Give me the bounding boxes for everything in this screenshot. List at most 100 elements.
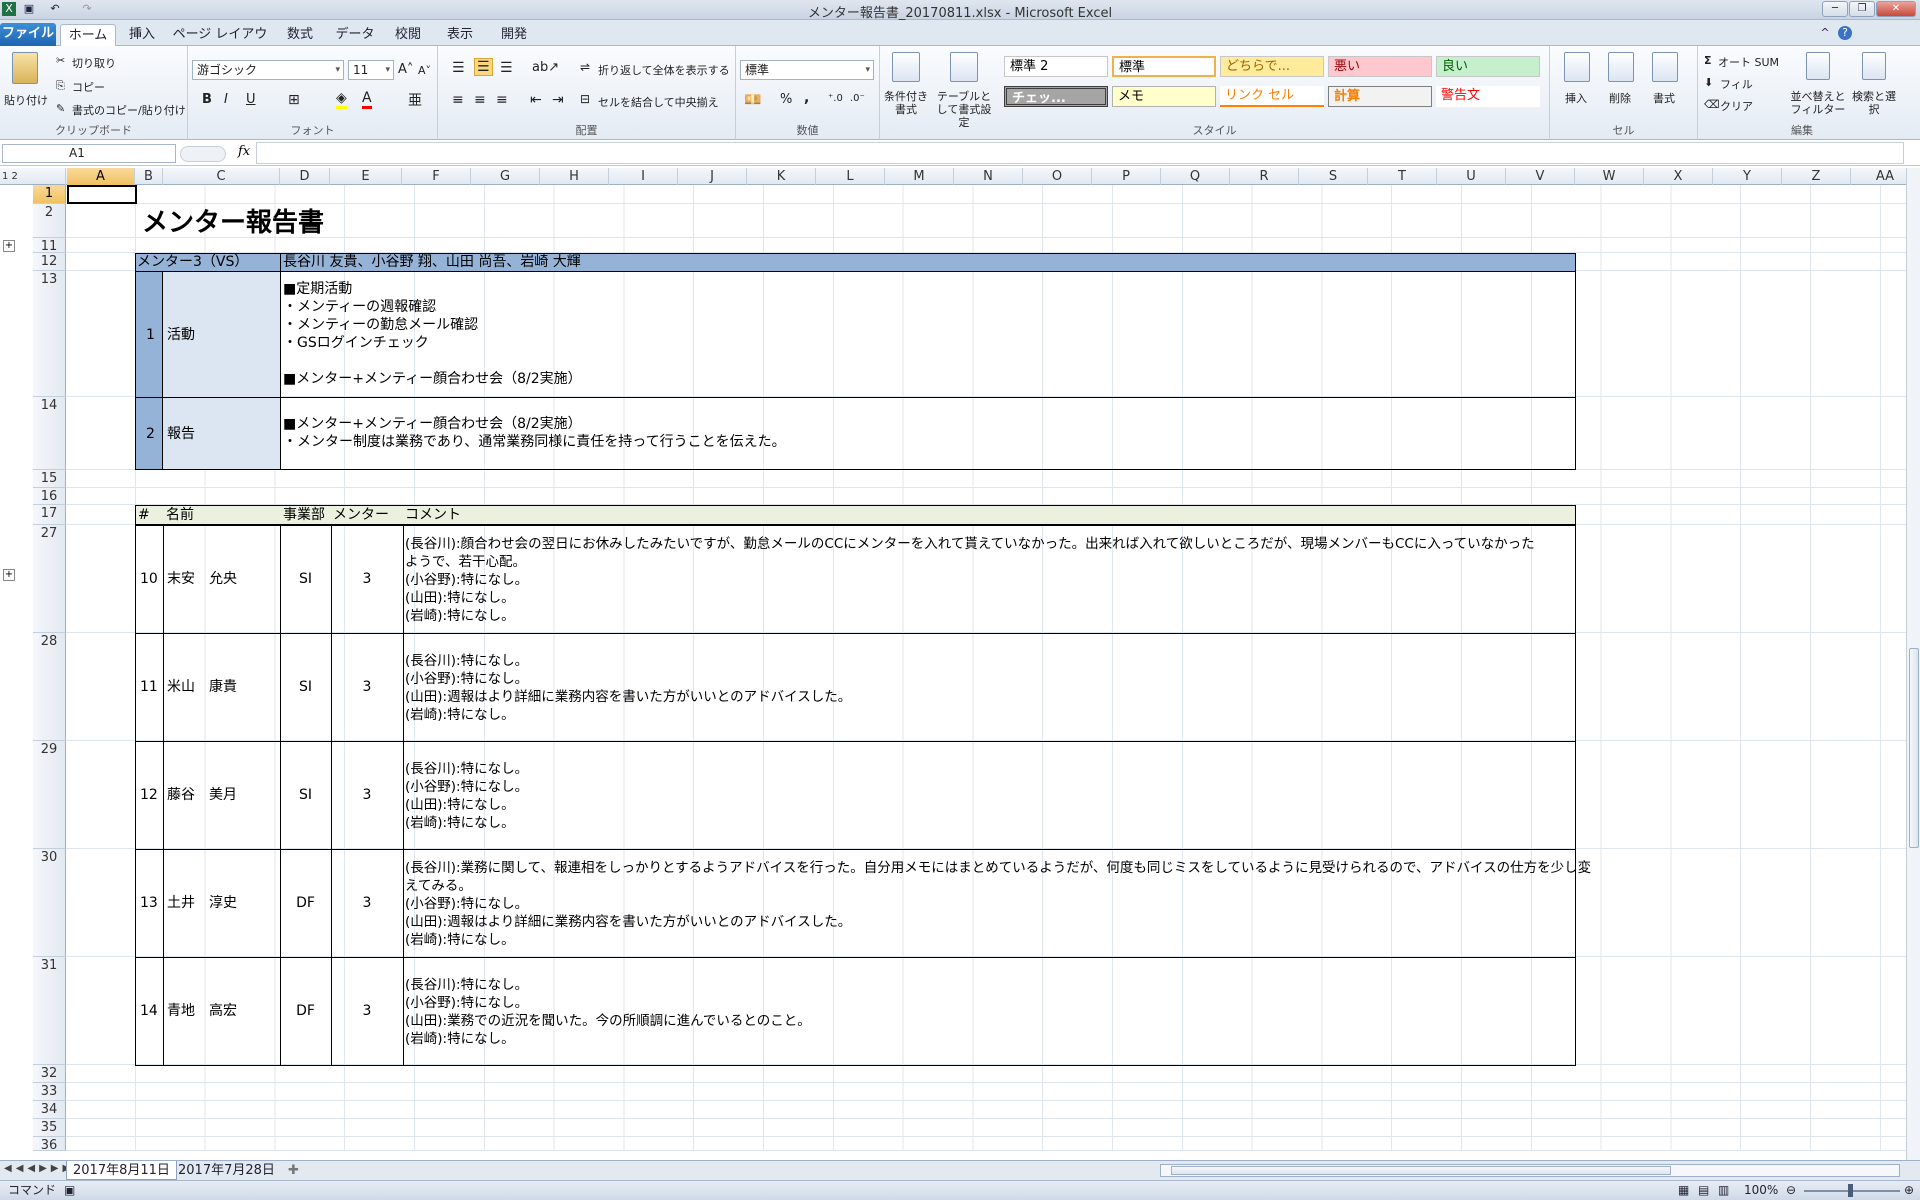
horizontal-scrollbar[interactable] (1160, 1164, 1900, 1177)
column-header[interactable]: C (163, 168, 280, 185)
sort-filter-button[interactable]: 並べ替えとフィルター (1788, 90, 1848, 116)
italic-button[interactable]: I (224, 92, 228, 107)
style-bad[interactable]: 悪い (1328, 56, 1432, 77)
column-header[interactable]: I (609, 168, 678, 185)
cut-button[interactable]: 切り取り (72, 55, 116, 71)
format-painter-icon[interactable]: ✎ (56, 102, 65, 115)
zoom-slider-handle[interactable] (1848, 1184, 1853, 1197)
copy-icon[interactable]: ⎘ (56, 79, 65, 93)
wrap-text-icon[interactable]: ⇌ (580, 60, 590, 74)
column-header[interactable]: U (1437, 168, 1506, 185)
column-header[interactable]: A (67, 168, 135, 185)
currency-icon[interactable]: 💴 (744, 92, 761, 108)
column-header[interactable]: O (1023, 168, 1092, 185)
name-box[interactable]: A1 (2, 144, 176, 163)
binoculars-icon[interactable] (1862, 52, 1886, 80)
outline-expand-button-1[interactable]: + (3, 240, 15, 252)
tab-insert[interactable]: 挿入 (122, 24, 162, 46)
grow-font-icon[interactable]: A˄ (398, 62, 413, 77)
vertical-scroll-thumb[interactable] (1909, 648, 1919, 848)
increase-indent-icon[interactable]: ⇥ (552, 92, 564, 108)
align-right-icon[interactable]: ≡ (496, 92, 508, 108)
style-normal2[interactable]: 標準 2 (1004, 56, 1108, 77)
column-header[interactable]: N (954, 168, 1023, 185)
style-normal[interactable]: 標準 (1112, 56, 1216, 77)
column-header[interactable]: Q (1161, 168, 1230, 185)
row-header[interactable]: 34 (33, 1101, 66, 1119)
column-header[interactable]: W (1575, 168, 1644, 185)
percent-button[interactable]: % (780, 92, 792, 107)
outline-expand-button-2[interactable]: + (3, 569, 15, 581)
font-name-select[interactable]: 游ゴシック (192, 60, 344, 80)
delete-cells-icon[interactable] (1608, 52, 1634, 82)
zoom-in-icon[interactable]: ⊕ (1904, 1181, 1914, 1200)
tab-formulas[interactable]: 数式 (278, 24, 322, 46)
eraser-icon[interactable]: ⌫ (1704, 98, 1720, 111)
maximize-button[interactable]: ❐ (1849, 1, 1875, 17)
orientation-icon[interactable]: ab↗ (532, 60, 559, 75)
style-good[interactable]: 良い (1436, 56, 1540, 77)
wrap-text-button[interactable]: 折り返して全体を表示する (598, 62, 730, 78)
find-select-button[interactable]: 検索と選択 (1850, 90, 1898, 116)
fx-button[interactable]: fx (238, 144, 250, 159)
page-layout-view-icon[interactable]: ▤ (1698, 1181, 1709, 1200)
align-center-icon[interactable]: ≡ (474, 92, 486, 108)
tab-file[interactable]: ファイル (0, 23, 56, 46)
column-header[interactable]: Z (1782, 168, 1851, 185)
tab-view[interactable]: 表示 (440, 24, 480, 46)
column-header[interactable]: F (402, 168, 471, 185)
column-header[interactable]: X (1644, 168, 1713, 185)
paste-button[interactable]: 貼り付け (2, 92, 50, 108)
border-icon[interactable]: ⊞ (288, 92, 300, 108)
column-header[interactable]: T (1368, 168, 1437, 185)
column-header[interactable]: V (1506, 168, 1575, 185)
close-button[interactable]: ✕ (1876, 1, 1916, 17)
format-cells-button[interactable]: 書式 (1644, 90, 1684, 106)
align-middle-icon[interactable]: ☰ (474, 58, 493, 76)
insert-cells-button[interactable]: 挿入 (1556, 90, 1596, 106)
align-bottom-icon[interactable]: ☰ (500, 60, 513, 76)
merge-icon[interactable]: ⊟ (580, 92, 590, 106)
align-top-icon[interactable]: ☰ (452, 60, 465, 76)
style-neutral[interactable]: どちらで... (1220, 56, 1324, 77)
page-break-view-icon[interactable]: ▥ (1718, 1181, 1729, 1200)
style-check-cell[interactable]: チェッ... (1004, 86, 1108, 107)
style-note[interactable]: メモ (1112, 86, 1216, 107)
zoom-out-icon[interactable]: ⊖ (1786, 1181, 1796, 1200)
macro-record-icon[interactable]: ▣ (64, 1181, 75, 1200)
vertical-scrollbar[interactable] (1906, 168, 1920, 1160)
fill-color-icon[interactable]: ◈ (336, 90, 347, 109)
column-header[interactable]: B (135, 168, 163, 185)
phonetic-icon[interactable]: 亜 (408, 90, 422, 110)
column-header[interactable]: K (747, 168, 816, 185)
style-warning[interactable]: 警告文 (1436, 86, 1540, 107)
decrease-indent-icon[interactable]: ⇤ (530, 92, 542, 108)
underline-button[interactable]: U (246, 92, 256, 107)
shrink-font-icon[interactable]: A˅ (418, 64, 431, 77)
format-cells-icon[interactable] (1652, 52, 1678, 82)
scissors-icon[interactable]: ✂ (56, 54, 65, 67)
tab-page-layout[interactable]: ページ レイアウト (170, 24, 270, 64)
row-header[interactable]: 31 (33, 957, 66, 1065)
font-color-icon[interactable]: A (362, 90, 372, 109)
column-header[interactable]: M (885, 168, 954, 185)
zoom-level[interactable]: 100% (1744, 1181, 1778, 1200)
font-size-select[interactable]: 11 (348, 60, 394, 80)
tab-data[interactable]: データ (330, 24, 380, 46)
conditional-format-icon[interactable] (892, 52, 920, 82)
insert-sheet-icon[interactable]: ✚ (282, 1161, 305, 1180)
column-header[interactable]: G (471, 168, 540, 185)
column-header[interactable]: H (540, 168, 609, 185)
copy-button[interactable]: コピー (72, 79, 105, 95)
tab-review[interactable]: 校閲 (388, 24, 428, 46)
column-header[interactable]: J (678, 168, 747, 185)
comma-button[interactable]: , (804, 90, 809, 106)
minimize-button[interactable]: ─ (1822, 1, 1848, 17)
delete-cells-button[interactable]: 削除 (1600, 90, 1640, 106)
row-header[interactable]: 33 (33, 1083, 66, 1101)
row-header[interactable]: 36 (33, 1137, 66, 1152)
number-format-select[interactable]: 標準 (740, 60, 874, 80)
align-left-icon[interactable]: ≡ (452, 92, 464, 108)
sheet-nav-arrows[interactable]: ◀◀◀▶▶▶ (4, 1163, 74, 1174)
sort-filter-icon[interactable] (1806, 52, 1830, 80)
